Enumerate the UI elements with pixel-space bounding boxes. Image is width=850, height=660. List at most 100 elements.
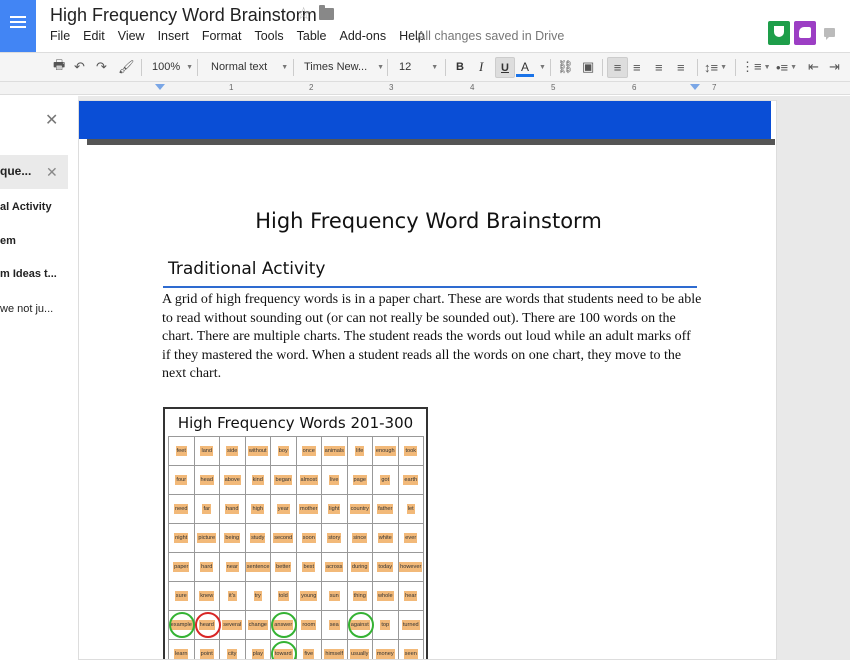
- italic-button[interactable]: I: [479, 53, 483, 81]
- save-status[interactable]: All changes saved in Drive: [417, 29, 564, 43]
- word-cell: turned: [398, 611, 424, 640]
- word-label: best: [302, 562, 316, 572]
- outline-item[interactable]: que...: [0, 164, 31, 178]
- menu-edit[interactable]: Edit: [83, 29, 105, 43]
- word-cell: began: [271, 466, 297, 495]
- outline-item[interactable]: al Activity: [0, 201, 52, 213]
- document-heading: High Frequency Word Brainstorm: [255, 209, 602, 233]
- header-banner: [79, 101, 771, 139]
- bold-button[interactable]: B: [456, 53, 464, 81]
- align-justify-icon[interactable]: ≡: [677, 53, 685, 81]
- word-label: need: [174, 504, 189, 514]
- word-label: night: [174, 533, 189, 543]
- increase-indent-icon[interactable]: ⇥: [829, 53, 840, 81]
- word-label: sure: [174, 591, 188, 601]
- word-cell: far: [194, 495, 220, 524]
- chevron-down-icon: ▼: [431, 63, 439, 71]
- ruler-mark: 6: [632, 83, 637, 92]
- menu-file[interactable]: File: [50, 29, 70, 43]
- word-label: money: [375, 649, 395, 659]
- left-indent-marker[interactable]: [155, 84, 165, 90]
- align-center-icon[interactable]: ≡: [633, 53, 641, 81]
- word-label: boy: [277, 446, 289, 456]
- word-label: let: [406, 504, 415, 514]
- word-cell: white: [373, 524, 399, 553]
- word-label: sea: [328, 620, 340, 630]
- word-cell: kind: [245, 466, 271, 495]
- word-cell: feet: [169, 437, 195, 466]
- toolbar-divider: [697, 59, 698, 76]
- line-spacing-icon[interactable]: ↕≡ ▼: [704, 53, 727, 81]
- document-page[interactable]: High Frequency Word Brainstorm Tradition…: [78, 100, 777, 660]
- ruler[interactable]: 1 2 3 4 5 6 7: [0, 82, 850, 95]
- word-cell: usually: [348, 640, 373, 659]
- document-title[interactable]: High Frequency Word Brainstorm: [50, 5, 317, 26]
- numbered-list-icon[interactable]: ⋮≡ ▼: [741, 53, 771, 81]
- toolbar-divider: [387, 59, 388, 76]
- word-cell: five: [297, 640, 322, 659]
- word-cell: head: [194, 466, 220, 495]
- addon-unicorn-icon[interactable]: [794, 21, 816, 45]
- outline-item[interactable]: em: [0, 235, 16, 247]
- chevron-down-icon[interactable]: ▼: [539, 64, 546, 71]
- word-label: whole: [376, 591, 394, 601]
- word-label: story: [327, 533, 342, 543]
- word-label: learn: [174, 649, 189, 659]
- word-label: being: [224, 533, 241, 543]
- link-icon[interactable]: ⛓: [557, 53, 574, 81]
- star-icon[interactable]: ☆: [296, 4, 311, 24]
- red-circle-mark: [194, 612, 221, 638]
- word-label: picture: [197, 533, 217, 543]
- font-size-select[interactable]: 12 ▼: [399, 53, 438, 81]
- word-cell: animals: [322, 437, 348, 466]
- close-icon[interactable]: ✕: [45, 110, 58, 130]
- menu-view[interactable]: View: [118, 29, 145, 43]
- toolbar-divider: [550, 59, 551, 76]
- word-label: young: [300, 591, 318, 601]
- right-indent-marker[interactable]: [690, 84, 700, 90]
- comment-icon[interactable]: [824, 28, 835, 40]
- undo-icon[interactable]: ↶: [74, 53, 85, 81]
- underline-button[interactable]: U: [495, 57, 515, 78]
- menu-addons[interactable]: Add-ons: [340, 29, 387, 43]
- word-cell: himself: [322, 640, 348, 659]
- docs-home-icon[interactable]: [0, 0, 36, 52]
- ruler-mark: 4: [470, 83, 475, 92]
- word-label: turned: [401, 620, 420, 630]
- align-right-icon[interactable]: ≡: [655, 53, 663, 81]
- menu-insert[interactable]: Insert: [158, 29, 189, 43]
- menu-table[interactable]: Table: [297, 29, 327, 43]
- comment-add-icon[interactable]: ▣: [582, 53, 594, 81]
- folder-icon[interactable]: [319, 5, 334, 20]
- decrease-indent-icon[interactable]: ⇤: [808, 53, 819, 81]
- word-chart-image[interactable]: High Frequency Words 201-300 feet land sid…: [163, 407, 428, 659]
- style-select[interactable]: Normal text ▼: [211, 53, 288, 81]
- word-cell: sure: [169, 582, 195, 611]
- word-label: change: [247, 620, 268, 630]
- word-cell: mother: [296, 495, 322, 524]
- redo-icon[interactable]: ↷: [96, 53, 107, 81]
- font-select[interactable]: Times New... ▼: [304, 53, 384, 81]
- word-cell: seen: [399, 640, 424, 659]
- word-label: year: [276, 504, 290, 514]
- outline-item[interactable]: we not ju...: [0, 303, 53, 315]
- menu-tools[interactable]: Tools: [254, 29, 283, 43]
- paragraph: A grid of high frequency words is in a p…: [162, 292, 702, 381]
- close-icon[interactable]: ✕: [46, 164, 58, 181]
- word-cell: against: [347, 611, 374, 640]
- addon-shield-icon[interactable]: [768, 21, 790, 45]
- word-cell: sentence: [245, 553, 271, 582]
- bulleted-list-icon[interactable]: •≡ ▼: [776, 53, 797, 81]
- align-left-icon[interactable]: ≡: [607, 57, 628, 78]
- word-label: head: [199, 475, 214, 485]
- word-label: ever: [404, 533, 418, 543]
- zoom-select[interactable]: 100% ▼: [152, 53, 193, 81]
- word-cell: earth: [398, 466, 424, 495]
- paint-format-icon[interactable]: 🖌: [118, 53, 135, 81]
- print-icon[interactable]: 🖶: [53, 53, 65, 81]
- menu-format[interactable]: Format: [202, 29, 242, 43]
- word-cell: side: [220, 437, 246, 466]
- word-cell: room: [296, 611, 322, 640]
- outline-item[interactable]: m Ideas t...: [0, 268, 57, 280]
- toolbar-divider: [293, 59, 294, 76]
